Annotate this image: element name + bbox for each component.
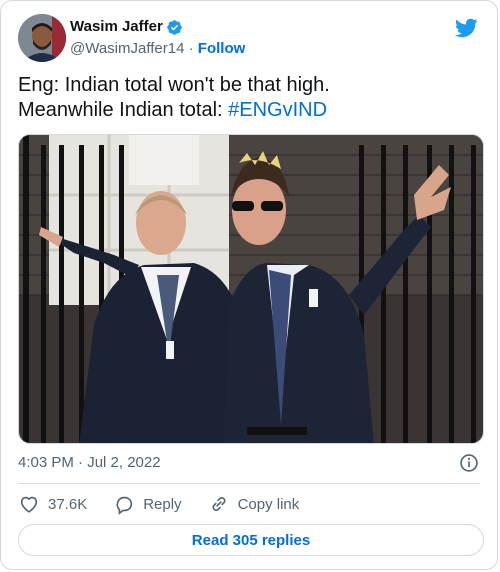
like-count: 37.6K — [48, 495, 88, 513]
tweet-text-line2: Meanwhile Indian total: — [18, 99, 229, 121]
follow-button[interactable]: Follow — [198, 40, 246, 57]
read-replies-button[interactable]: Read 305 replies — [18, 524, 484, 556]
author-handle[interactable]: @WasimJaffer14 — [70, 40, 184, 57]
author-handle-row: @WasimJaffer14 · Follow — [70, 39, 245, 59]
tweet-photo[interactable] — [18, 134, 484, 444]
copy-link-label: Copy link — [237, 495, 300, 513]
action-bar: 37.6K Reply Copy link — [18, 491, 325, 517]
author-names: Wasim Jaffer @WasimJaffer14 · Follow — [70, 18, 245, 59]
divider — [18, 483, 480, 484]
reply-button[interactable]: Reply — [113, 493, 182, 515]
copy-link-button[interactable]: Copy link — [208, 493, 300, 515]
tweet-text: Eng: Indian total won't be that high. Me… — [18, 73, 330, 123]
twitter-bird-icon[interactable] — [454, 16, 478, 40]
reply-label: Reply — [143, 495, 182, 513]
author-display-name: Wasim Jaffer — [70, 18, 163, 35]
separator-dot: · — [188, 40, 194, 57]
author-avatar[interactable] — [18, 14, 66, 62]
tweet-header: Wasim Jaffer @WasimJaffer14 · Follow — [18, 14, 480, 62]
tweet-text-line1: Eng: Indian total won't be that high. — [18, 74, 330, 96]
verified-badge-icon — [167, 19, 182, 35]
tweet-card: Wasim Jaffer @WasimJaffer14 · Follow Eng… — [0, 0, 498, 570]
hashtag-link[interactable]: #ENGvIND — [228, 99, 327, 121]
tweet-timestamp[interactable]: 4:03 PM · Jul 2, 2022 — [18, 454, 161, 471]
reply-bubble-icon — [116, 496, 133, 515]
info-icon[interactable] — [459, 453, 479, 473]
timestamp-row: 4:03 PM · Jul 2, 2022 — [18, 453, 480, 473]
like-button[interactable]: 37.6K — [18, 493, 87, 515]
heart-icon — [20, 496, 38, 513]
link-icon — [212, 497, 226, 511]
author-display-name-row[interactable]: Wasim Jaffer — [70, 18, 245, 36]
